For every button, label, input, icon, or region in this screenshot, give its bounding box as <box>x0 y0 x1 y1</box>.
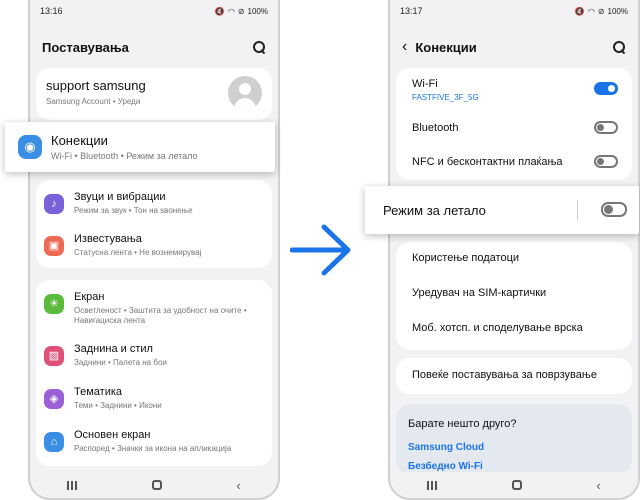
samsung-cloud-link[interactable]: Samsung Cloud <box>408 442 620 453</box>
recent-apps-icon[interactable] <box>427 480 438 490</box>
back-icon[interactable]: ‹ <box>596 478 600 493</box>
back-icon[interactable]: ‹ <box>236 478 240 493</box>
page-title: Конекции <box>415 39 477 55</box>
connections-label: Конекции <box>51 133 108 148</box>
airplane-mode-toggle[interactable] <box>601 202 627 217</box>
mute-icon: 🔇 <box>214 6 225 16</box>
dnd-icon: ⊘ <box>597 6 605 16</box>
data-card: Користење податоци Уредувач на SIM-карти… <box>396 242 632 350</box>
bluetooth-toggle[interactable] <box>594 121 618 134</box>
connections-phone: 13:17 🔇 ◠ ⊘ 100% ‹ Конекции Wi-Fi FASTFI… <box>388 0 640 500</box>
notification-icon: ▣ <box>44 236 64 256</box>
more-settings-row[interactable]: Повеќе поставувања за поврзување <box>396 369 632 381</box>
sun-icon: ☀ <box>44 294 64 314</box>
more-settings-card: Повеќе поставувања за поврзување <box>396 358 632 394</box>
status-bar: 13:17 🔇 ◠ ⊘ 100% <box>390 0 638 22</box>
connections-highlight[interactable]: ◉ Конекции Wi-Fi • Bluetooth • Режим за … <box>5 122 275 172</box>
sim-manager-row[interactable]: Уредувач на SIM-картички <box>396 287 632 299</box>
sounds-notifications-card: ♪ Звуци и вибрации Режим за звук • Тон н… <box>36 180 272 268</box>
hotspot-row[interactable]: Моб. хотсп. и споделување врска <box>396 322 632 334</box>
menu-item-display[interactable]: ☀ Екран Осветленост • Заштита за удобнос… <box>36 284 272 334</box>
status-time: 13:17 <box>400 6 423 16</box>
wifi-toggle[interactable] <box>594 82 618 95</box>
nfc-toggle[interactable] <box>594 155 618 168</box>
wifi-icon: ◉ <box>18 135 42 159</box>
wifi-signal-icon: ◠ <box>587 6 595 16</box>
looking-question: Барате нешто друго? <box>408 418 517 430</box>
avatar <box>228 76 262 110</box>
connections-header: ‹ Конекции <box>390 32 638 62</box>
battery-percent: 100% <box>607 6 628 16</box>
search-icon[interactable] <box>612 40 626 54</box>
home-button-icon[interactable] <box>511 480 522 490</box>
page-title: Поставувања <box>42 39 129 55</box>
airplane-mode-label: Режим за летало <box>383 203 486 218</box>
status-bar: 13:16 🔇 ◠ ⊘ 100% <box>30 0 278 22</box>
display-card: ☀ Екран Осветленост • Заштита за удобнос… <box>36 280 272 466</box>
connections-sub: Wi-Fi • Bluetooth • Режим за летало <box>51 151 198 161</box>
secure-wifi-link[interactable]: Безбедно Wi-Fi <box>408 461 620 472</box>
arrow-right-icon <box>290 224 351 276</box>
divider <box>577 200 578 220</box>
account-card[interactable]: support samsung Samsung Account • Уреди <box>36 68 272 120</box>
menu-item-sounds[interactable]: ♪ Звуци и вибрации Режим за звук • Тон н… <box>36 184 272 226</box>
menu-item-notifications[interactable]: ▣ Известувања Статусна лента • Не вознем… <box>36 226 272 268</box>
airplane-mode-highlight[interactable]: Режим за летало <box>365 186 639 234</box>
battery-percent: 100% <box>247 6 268 16</box>
search-icon[interactable] <box>252 40 266 54</box>
data-usage-row[interactable]: Користење податоци <box>396 252 632 264</box>
home-button-icon[interactable] <box>151 480 162 490</box>
back-arrow-icon[interactable]: ‹ <box>402 38 407 56</box>
speaker-icon: ♪ <box>44 194 64 214</box>
dnd-icon: ⊘ <box>237 6 245 16</box>
settings-header: Поставувања <box>30 32 278 62</box>
recent-apps-icon[interactable] <box>67 480 78 490</box>
mute-icon: 🔇 <box>574 6 585 16</box>
menu-item-wallpaper[interactable]: ▨ Заднина и стил Заднини • Палета на бои <box>36 336 272 378</box>
wireless-card: Wi-Fi FASTFIVE_3F_5G Bluetooth NFC и бес… <box>396 68 632 180</box>
looking-for-card: Барате нешто друго? Samsung Cloud Безбед… <box>396 404 632 474</box>
menu-item-home-screen[interactable]: ⌂ Основен екран Распоред • Значки за ико… <box>36 422 272 464</box>
theme-icon: ◈ <box>44 389 64 409</box>
image-icon: ▨ <box>44 346 64 366</box>
home-icon: ⌂ <box>44 432 64 452</box>
status-time: 13:16 <box>40 6 63 16</box>
wifi-signal-icon: ◠ <box>227 6 235 16</box>
nav-bar: ‹ <box>390 472 638 498</box>
settings-phone: 13:16 🔇 ◠ ⊘ 100% Поставувања support sam… <box>28 0 280 500</box>
nav-bar: ‹ <box>30 472 278 498</box>
menu-item-themes[interactable]: ◈ Тематика Теми • Заднини • Икони <box>36 379 272 421</box>
